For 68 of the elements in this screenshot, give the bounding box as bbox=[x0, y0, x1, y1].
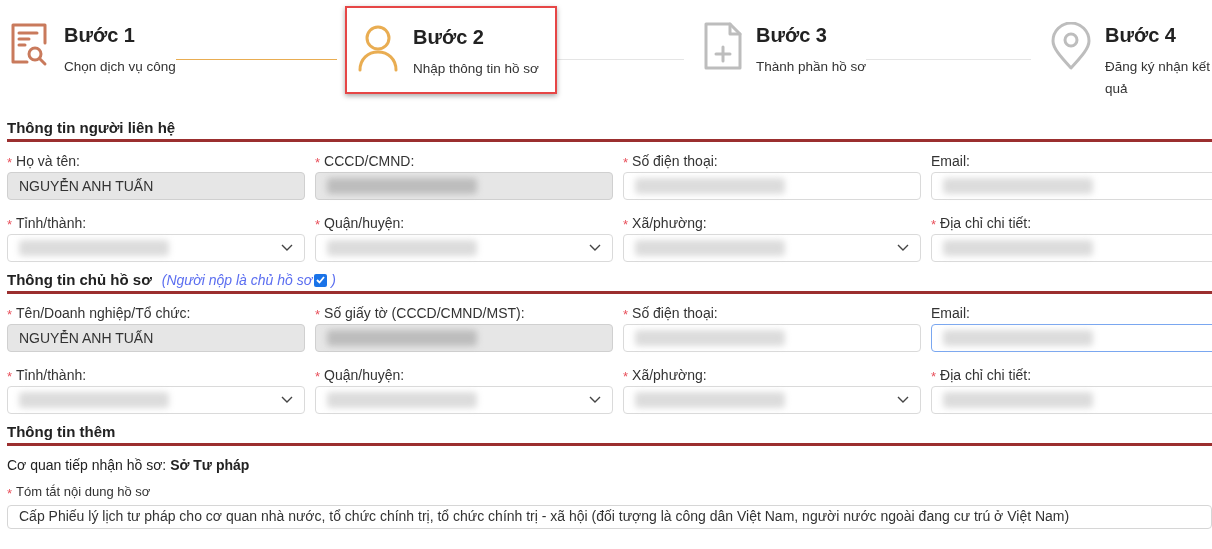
field-value: NGUYỄN ANH TUẤN bbox=[19, 328, 154, 348]
receiving-agency: Cơ quan tiếp nhận hồ sơ: Sở Tư pháp bbox=[7, 456, 250, 475]
step[interactable]: Bước 1 Chọn dịch vụ công bbox=[0, 6, 212, 94]
section-title: Thông tin người liên hệ bbox=[7, 117, 176, 138]
required-asterisk: * bbox=[7, 218, 13, 231]
input-field[interactable] bbox=[623, 172, 921, 200]
field-label: Địa chỉ chi tiết: bbox=[940, 365, 1032, 385]
field-label: Tóm tắt nội dung hồ sơ bbox=[16, 483, 151, 501]
person-icon bbox=[357, 24, 399, 72]
summary-field[interactable]: Cấp Phiếu lý lịch tư pháp cho cơ quan nhà nước, tổ chức chính trị, tổ chức chính trị - xã hội (đối tượng là công dân Việt Nam, người nước ngoài đang cư trú ở Việt Nam) bbox=[7, 504, 1212, 529]
field-label: Số điện thoại: bbox=[632, 151, 718, 171]
required-asterisk: * bbox=[315, 218, 321, 231]
file-add-icon bbox=[704, 22, 742, 70]
field-label: Họ và tên: bbox=[16, 151, 80, 171]
field-label: Xã/phường: bbox=[632, 365, 707, 385]
select-field[interactable] bbox=[315, 234, 613, 262]
owner-note-close: ) bbox=[331, 270, 336, 290]
select-field[interactable] bbox=[623, 386, 921, 414]
required-asterisk: * bbox=[623, 370, 629, 383]
select-field[interactable] bbox=[623, 234, 921, 262]
required-asterisk: * bbox=[931, 218, 937, 231]
field-label: Tỉnh/thành: bbox=[16, 213, 87, 233]
field-label: Email: bbox=[931, 151, 970, 171]
required-asterisk: * bbox=[931, 370, 937, 383]
input-field[interactable] bbox=[931, 234, 1212, 262]
check-icon bbox=[316, 276, 326, 284]
required-asterisk: * bbox=[623, 308, 629, 321]
input-field[interactable] bbox=[623, 324, 921, 352]
field-label: Địa chỉ chi tiết: bbox=[940, 213, 1032, 233]
field-label: Xã/phường: bbox=[632, 213, 707, 233]
step[interactable]: Bước 2 Nhập thông tin hồ sơ bbox=[345, 6, 557, 94]
input-field[interactable] bbox=[931, 324, 1212, 352]
chevron-down-icon bbox=[281, 244, 293, 252]
input-field[interactable] bbox=[931, 172, 1212, 200]
required-asterisk: * bbox=[7, 486, 13, 500]
required-asterisk: * bbox=[315, 156, 321, 169]
field-label: Số giấy tờ (CCCD/CMND/MST): bbox=[324, 303, 525, 323]
field-label: Tỉnh/thành: bbox=[16, 365, 87, 385]
step[interactable]: Bước 3 Thành phần hồ sơ bbox=[694, 6, 906, 94]
field-label: Email: bbox=[931, 303, 970, 323]
chevron-down-icon bbox=[589, 396, 601, 404]
required-asterisk: * bbox=[7, 370, 13, 383]
required-asterisk: * bbox=[7, 156, 13, 169]
field-label: Số điện thoại: bbox=[632, 303, 718, 323]
required-asterisk: * bbox=[315, 370, 321, 383]
field-value: NGUYỄN ANH TUẤN bbox=[19, 176, 154, 196]
required-asterisk: * bbox=[7, 308, 13, 321]
document-search-icon bbox=[10, 22, 50, 68]
required-asterisk: * bbox=[623, 156, 629, 169]
section-title: Thông tin thêm bbox=[7, 421, 116, 442]
checkbox[interactable] bbox=[314, 273, 328, 287]
location-pin-icon bbox=[1051, 22, 1091, 70]
chevron-down-icon bbox=[897, 244, 909, 252]
select-field[interactable] bbox=[7, 386, 305, 414]
field-label: Quận/huyện: bbox=[324, 213, 405, 233]
input-field[interactable] bbox=[931, 386, 1212, 414]
field-label: CCCD/CMND: bbox=[324, 151, 415, 171]
required-asterisk: * bbox=[315, 308, 321, 321]
required-asterisk: * bbox=[623, 218, 629, 231]
select-field[interactable] bbox=[315, 386, 613, 414]
chevron-down-icon bbox=[897, 396, 909, 404]
select-field[interactable] bbox=[7, 234, 305, 262]
chevron-down-icon bbox=[281, 396, 293, 404]
section-title: Thông tin chủ hồ sơ bbox=[7, 269, 152, 290]
owner-note: (Người nộp là chủ hồ sơ bbox=[161, 270, 313, 290]
field-label: Quận/huyện: bbox=[324, 365, 405, 385]
chevron-down-icon bbox=[589, 244, 601, 252]
field-label: Tên/Doanh nghiệp/Tổ chức: bbox=[16, 303, 191, 323]
